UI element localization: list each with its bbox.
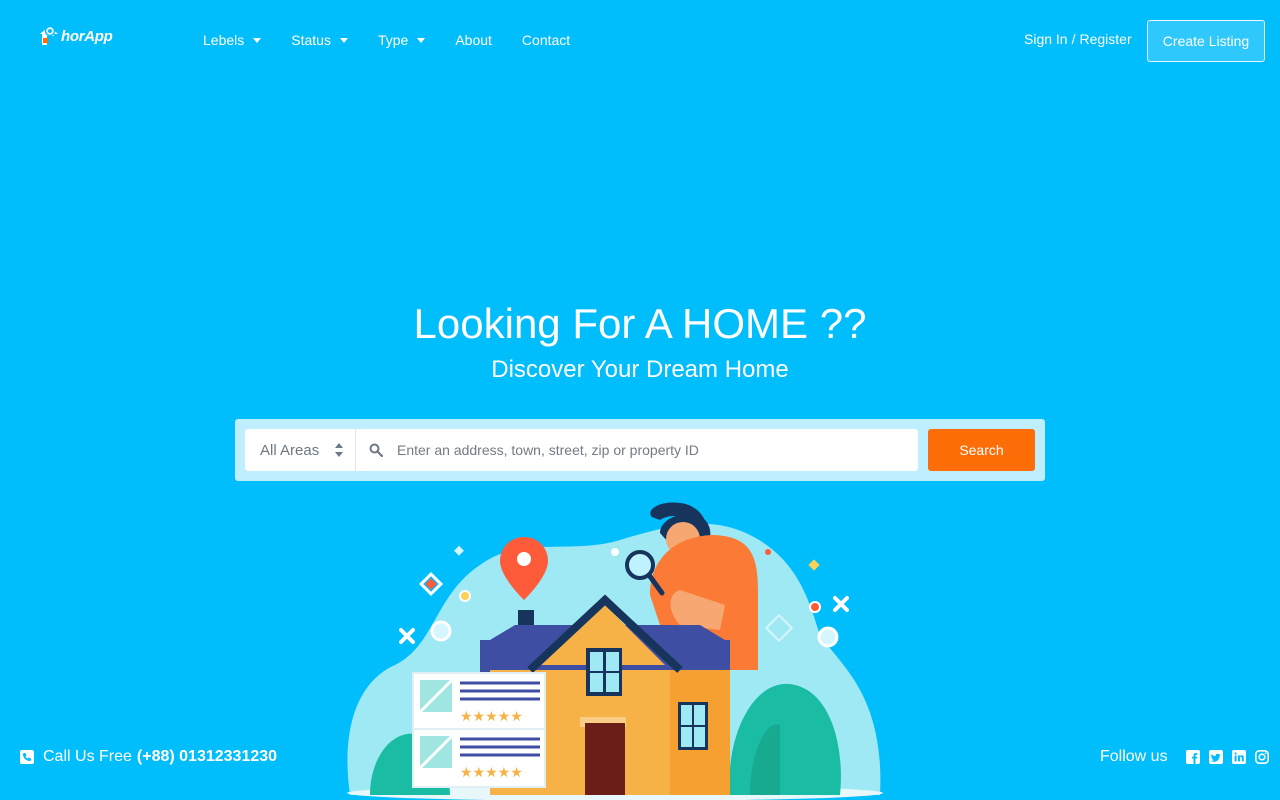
caret-down-icon [253,38,262,43]
register-link[interactable]: Register [1079,31,1131,47]
hero-title: Looking For A HOME ?? [413,300,867,347]
nav-item-about[interactable]: About [455,31,492,49]
svg-text:★★★★★: ★★★★★ [460,709,523,725]
search-field [356,429,918,471]
brand-name: horApp [61,27,113,45]
nav-item-label: Contact [521,32,571,48]
twitter-icon[interactable] [1208,750,1223,764]
nav-item-lebels[interactable]: Lebels [203,31,262,49]
nav-item-label: Status [291,32,331,48]
follow-us: Follow us [1100,748,1269,766]
auth-links: Sign In / Register [1024,31,1132,47]
sort-updown-icon [335,443,343,457]
nav-item-label: Type [377,32,409,48]
sign-in-link[interactable]: Sign In [1024,31,1068,47]
auth-separator: / [1071,31,1076,47]
create-listing-button[interactable]: Create Listing [1147,20,1265,62]
call-us: Call Us Free (+88) 01312331230 [20,748,277,766]
nav-item-contact[interactable]: Contact [522,31,570,49]
social-links [1177,750,1269,764]
hero-subtitle: Discover Your Dream Home [491,356,789,383]
svg-text:★★★★★: ★★★★★ [460,765,523,781]
search-icon [369,443,383,457]
call-label: Call Us Free [43,748,132,765]
linkedin-icon[interactable] [1231,750,1246,764]
brand-logo[interactable]: horApp [38,24,113,48]
area-select[interactable]: All Areas [245,429,356,471]
phone-number[interactable]: (+88) 01312331230 [137,748,277,766]
caret-down-icon [339,38,348,43]
search-button[interactable]: Search [928,429,1035,471]
phone-icon [20,750,34,764]
search-panel: All Areas Search [235,419,1045,481]
follow-label: Follow us [1100,748,1168,765]
house-search-illustration: ★★★★★ ★★★★★ [347,502,883,800]
main-nav: Lebels Status Type About Contact [203,31,600,49]
house-logo-icon [40,25,58,45]
landing-page: horApp Lebels Status Type About Contact … [0,0,1280,800]
nav-item-label: About [455,32,492,48]
caret-down-icon [417,38,426,43]
nav-item-type[interactable]: Type [377,31,426,49]
nav-item-label: Lebels [203,32,245,48]
facebook-icon[interactable] [1185,750,1200,764]
search-input[interactable] [397,442,897,458]
instagram-icon[interactable] [1254,750,1269,764]
area-select-value: All Areas [260,441,320,459]
nav-item-status[interactable]: Status [291,31,348,49]
